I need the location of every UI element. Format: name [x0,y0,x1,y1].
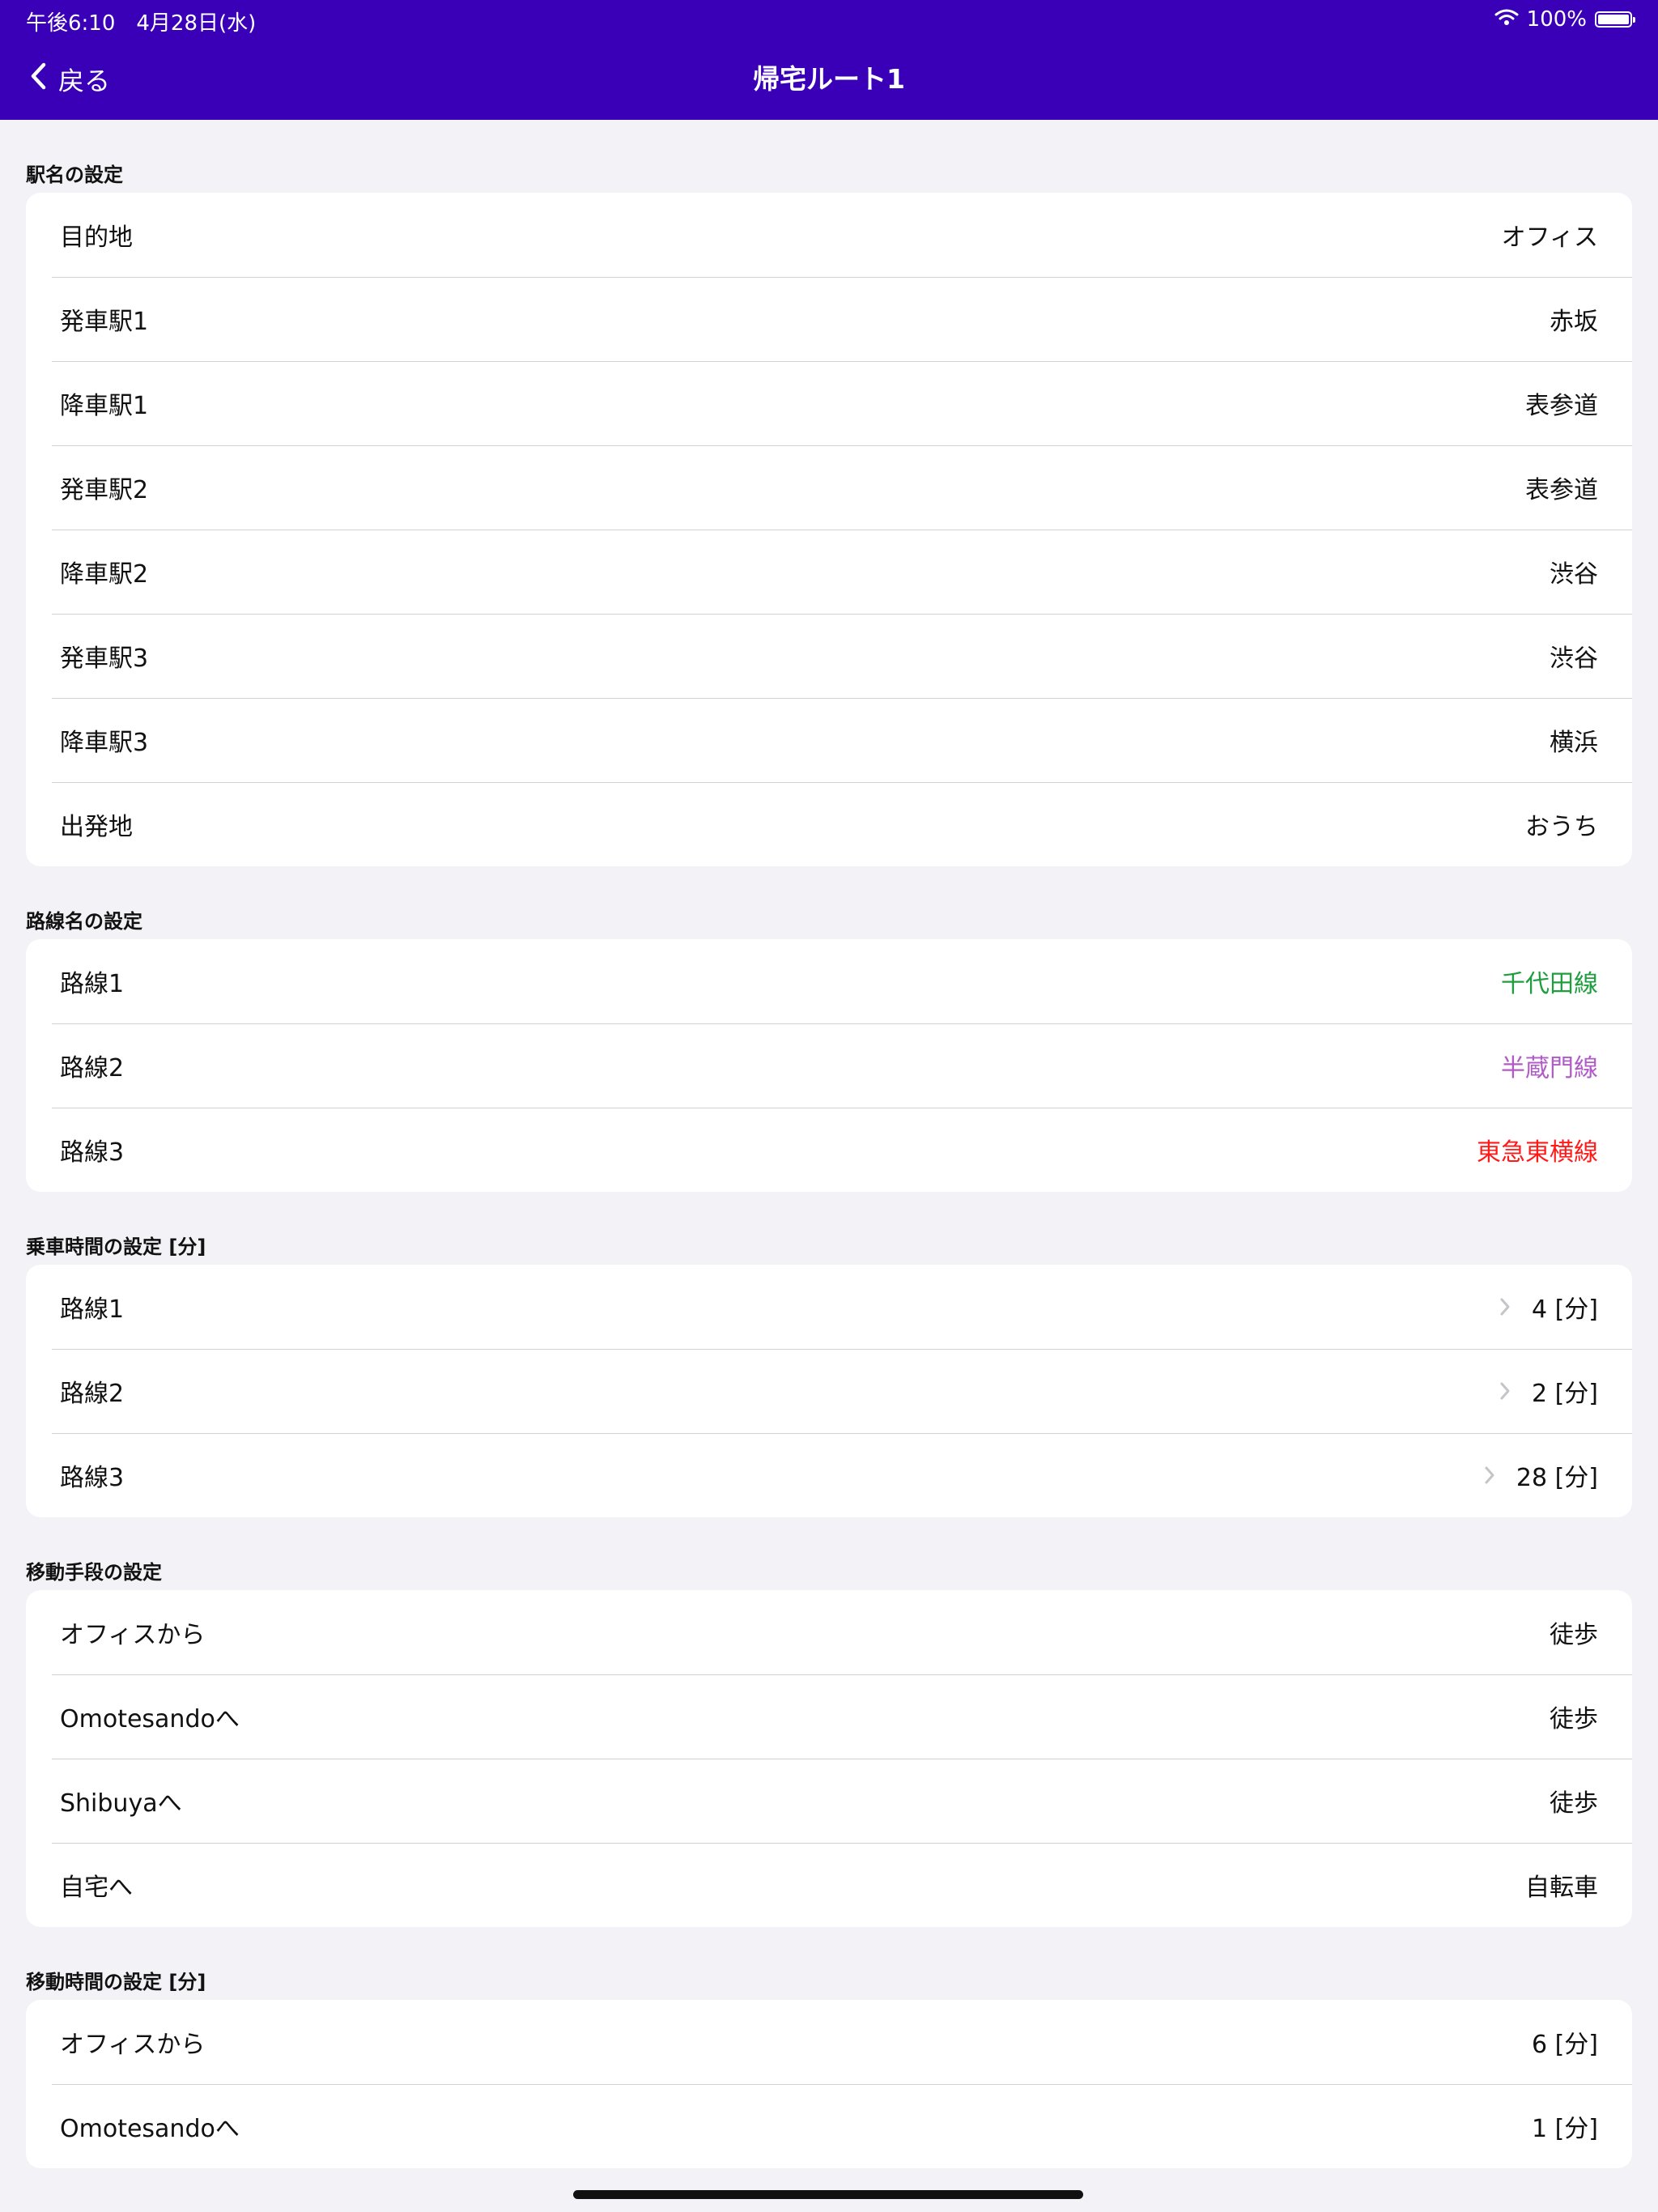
row-value: 1 [分] [1531,2115,1598,2143]
row-label: 路線2 [60,1380,125,1408]
line-name-value: 東急東横線 [1477,1138,1598,1167]
list-item[interactable]: オフィスから 徒歩 [26,1590,1632,1674]
row-value: 徒歩 [1550,1621,1598,1649]
chevron-left-icon [29,62,47,96]
list-item[interactable]: 路線2 半蔵門線 [26,1023,1632,1108]
row-value: 6 [分] [1531,2031,1598,2059]
list-item[interactable]: 路線2 2 [分] [26,1349,1632,1433]
back-button[interactable]: 戻る [29,57,110,102]
row-label: Omotesandoへ [60,1705,240,1733]
section-header-stations: 駅名の設定 [26,164,123,186]
settings-list: 駅名の設定 目的地 オフィス 発車駅1 赤坂 降車駅1 表参道 発車駅2 表参道 降車駅… [0,120,1658,2168]
line-name-value: 千代田線 [1501,970,1598,998]
list-item[interactable]: 目的地 オフィス [26,193,1632,277]
row-value: 渋谷 [1550,644,1598,673]
row-value: 渋谷 [1550,560,1598,589]
row-label: オフィスから [60,2031,206,2059]
navigation-bar: 午後6:10 4月28日(水) 100% 帰宅ルート1 戻る [0,0,1658,120]
section-header-ride-time: 乗車時間の設定 [分] [26,1236,206,1258]
row-label: 目的地 [60,223,133,252]
line-name-value: 半蔵門線 [1501,1054,1598,1083]
row-label: 出発地 [60,813,133,841]
row-label: 発車駅3 [60,644,149,673]
list-item[interactable]: 発車駅3 渋谷 [26,614,1632,698]
back-label: 戻る [58,66,111,96]
battery-percent: 100% [1526,7,1587,32]
stations-card: 目的地 オフィス 発車駅1 赤坂 降車駅1 表参道 発車駅2 表参道 降車駅2 渋谷 発車… [26,193,1632,866]
wifi-icon [1494,7,1519,32]
row-label: 路線1 [60,1295,125,1324]
list-item[interactable]: 降車駅3 横浜 [26,698,1632,782]
list-item[interactable]: Omotesandoへ 1 [分] [26,2084,1632,2168]
chevron-right-icon [1484,1465,1495,1485]
list-item[interactable]: Shibuyaへ 徒歩 [26,1759,1632,1843]
list-item[interactable]: 路線1 千代田線 [26,939,1632,1023]
row-label: 発車駅1 [60,308,149,336]
row-value: 徒歩 [1550,1789,1598,1818]
transport-card: オフィスから 徒歩 Omotesandoへ 徒歩 Shibuyaへ 徒歩 自宅へ 自転車 [26,1590,1632,1927]
row-value: おうち [1525,813,1598,841]
move-time-card: オフィスから 6 [分] Omotesandoへ 1 [分] [26,2000,1632,2168]
status-indicators: 100% [1494,6,1635,32]
row-value: 表参道 [1525,476,1598,504]
list-item[interactable]: 路線3 28 [分] [26,1433,1632,1517]
list-item[interactable]: 発車駅2 表参道 [26,445,1632,530]
row-label: 路線3 [60,1138,125,1167]
lines-card: 路線1 千代田線 路線2 半蔵門線 路線3 東急東横線 [26,939,1632,1192]
page-title: 帰宅ルート1 [753,63,905,95]
row-label: 路線3 [60,1464,125,1492]
row-value: 表参道 [1525,392,1598,420]
row-value: 28 [分] [1516,1464,1598,1492]
row-label: 路線1 [60,970,125,998]
list-item[interactable]: Omotesandoへ 徒歩 [26,1674,1632,1759]
list-item[interactable]: 降車駅2 渋谷 [26,530,1632,614]
row-label: 降車駅1 [60,392,149,420]
row-value: 自転車 [1525,1874,1598,1902]
list-item[interactable]: 発車駅1 赤坂 [26,277,1632,361]
section-header-move-time: 移動時間の設定 [分] [26,1971,206,1993]
row-value: 徒歩 [1550,1705,1598,1733]
row-value: 4 [分] [1531,1295,1598,1324]
home-indicator[interactable] [573,2190,1083,2199]
row-label: Omotesandoへ [60,2115,240,2143]
row-value: オフィス [1501,223,1598,252]
chevron-right-icon [1499,1381,1511,1401]
section-header-transport: 移動手段の設定 [26,1561,162,1584]
list-item[interactable]: 降車駅1 表参道 [26,361,1632,445]
chevron-right-icon [1499,1297,1511,1317]
list-item[interactable]: 自宅へ 自転車 [26,1843,1632,1927]
section-header-lines: 路線名の設定 [26,910,142,933]
battery-icon [1595,11,1635,28]
ride-time-card: 路線1 4 [分] 路線2 2 [分] 路線3 28 [分] [26,1265,1632,1517]
list-item[interactable]: オフィスから 6 [分] [26,2000,1632,2084]
row-value: 赤坂 [1550,308,1598,336]
row-label: オフィスから [60,1621,206,1649]
list-item[interactable]: 路線1 4 [分] [26,1265,1632,1349]
row-value: 横浜 [1550,729,1598,757]
row-label: 自宅へ [60,1874,133,1902]
row-label: 降車駅3 [60,729,149,757]
row-label: 路線2 [60,1054,125,1083]
row-label: 降車駅2 [60,560,149,589]
status-time: 午後6:10 4月28日(水) [26,11,257,36]
list-item[interactable]: 出発地 おうち [26,782,1632,866]
list-item[interactable]: 路線3 東急東横線 [26,1108,1632,1192]
row-label: Shibuyaへ [60,1789,182,1818]
row-value: 2 [分] [1531,1380,1598,1408]
row-label: 発車駅2 [60,476,149,504]
